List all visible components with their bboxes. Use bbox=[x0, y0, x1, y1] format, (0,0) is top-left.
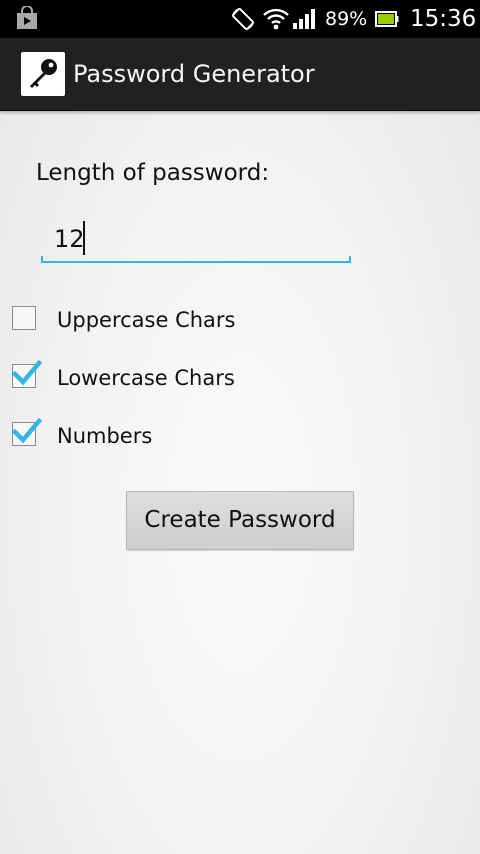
lowercase-option[interactable]: Lowercase Chars bbox=[0, 350, 480, 406]
app-title: Password Generator bbox=[73, 60, 315, 88]
checkmark-icon bbox=[11, 417, 43, 444]
uppercase-label: Uppercase Chars bbox=[57, 308, 236, 332]
clock: 15:36 bbox=[410, 6, 477, 32]
length-label: Length of password: bbox=[36, 160, 270, 186]
action-bar: Password Generator bbox=[0, 38, 480, 111]
signal-icon bbox=[291, 0, 317, 38]
create-password-button[interactable]: Create Password bbox=[126, 491, 354, 550]
uppercase-option[interactable]: Uppercase Chars bbox=[0, 292, 480, 348]
lowercase-checkbox[interactable] bbox=[11, 359, 43, 388]
lowercase-label: Lowercase Chars bbox=[57, 366, 235, 390]
battery-percent: 89% bbox=[325, 8, 368, 30]
wifi-icon bbox=[262, 0, 290, 38]
checkmark-icon bbox=[11, 359, 43, 386]
numbers-option[interactable]: Numbers bbox=[0, 408, 480, 464]
uppercase-checkbox[interactable] bbox=[12, 306, 36, 330]
screen-rotation-icon bbox=[230, 0, 256, 38]
numbers-label: Numbers bbox=[57, 424, 153, 448]
text-cursor bbox=[83, 221, 85, 255]
length-input-value: 12 bbox=[54, 225, 85, 253]
battery-icon bbox=[374, 0, 400, 38]
length-input[interactable]: 12 bbox=[41, 215, 351, 263]
input-underline-right-tick bbox=[349, 256, 351, 263]
status-bar: 89% 15:36 bbox=[0, 0, 480, 38]
numbers-checkbox[interactable] bbox=[11, 417, 43, 446]
key-icon[interactable] bbox=[21, 52, 65, 96]
shopping-bag-icon bbox=[14, 0, 40, 38]
input-underline bbox=[41, 261, 351, 263]
input-underline-left-tick bbox=[41, 256, 43, 263]
